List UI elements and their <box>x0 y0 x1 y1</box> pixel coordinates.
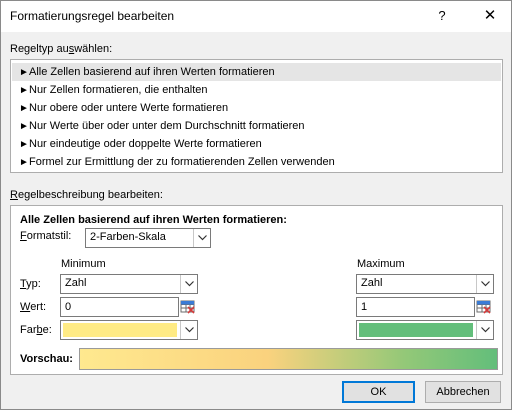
min-type-select[interactable]: Zahl <box>60 274 198 294</box>
rule-type-item[interactable]: ►Nur Zellen formatieren, die enthalten <box>12 81 501 99</box>
min-value-input[interactable] <box>60 297 179 317</box>
chevron-down-icon[interactable] <box>180 321 197 339</box>
max-color-select[interactable] <box>356 320 494 340</box>
rule-type-label: Regeltyp auswählen: <box>10 43 113 55</box>
color-label: Farbe: <box>20 324 52 336</box>
close-button[interactable]: ✕ <box>475 2 505 30</box>
maximum-label: Maximum <box>357 258 405 270</box>
arrow-right-icon: ► <box>19 139 29 150</box>
chevron-down-icon[interactable] <box>476 275 493 293</box>
rule-description-label: Regelbeschreibung bearbeiten: <box>10 189 163 201</box>
rule-type-item[interactable]: ►Nur obere oder untere Werte formatieren <box>12 99 501 117</box>
max-type-select[interactable]: Zahl <box>356 274 494 294</box>
rule-type-item[interactable]: ►Alle Zellen basierend auf ihren Werten … <box>12 63 501 81</box>
color-scale-preview <box>79 348 498 370</box>
arrow-right-icon: ► <box>19 157 29 168</box>
arrow-right-icon: ► <box>19 103 29 114</box>
rule-type-item[interactable]: ►Nur Werte über oder unter dem Durchschn… <box>12 117 501 135</box>
help-button[interactable]: ? <box>427 2 457 30</box>
chevron-down-icon[interactable] <box>476 321 493 339</box>
min-color-swatch <box>63 323 177 337</box>
rule-description-heading: Alle Zellen basierend auf ihren Werten f… <box>20 214 287 226</box>
preview-label: Vorschau: <box>20 353 73 365</box>
format-style-select[interactable]: 2-Farben-Skala <box>85 228 211 248</box>
cell-reference-icon[interactable] <box>179 298 197 316</box>
value-label: Wert: <box>20 301 47 313</box>
chevron-down-icon[interactable] <box>193 229 210 247</box>
arrow-right-icon: ► <box>19 85 29 96</box>
max-value-field[interactable] <box>361 300 461 314</box>
max-value-input[interactable] <box>356 297 475 317</box>
min-color-select[interactable] <box>60 320 198 340</box>
arrow-right-icon: ► <box>19 67 29 78</box>
cell-reference-icon[interactable] <box>475 298 493 316</box>
dialog-title: Formatierungsregel bearbeiten <box>10 9 175 23</box>
minimum-label: Minimum <box>61 258 106 270</box>
title-bar: Formatierungsregel bearbeiten ? ✕ <box>1 1 511 32</box>
rule-description-panel: Alle Zellen basierend auf ihren Werten f… <box>10 205 503 375</box>
min-value-field[interactable] <box>65 300 165 314</box>
rule-type-item[interactable]: ►Formel zur Ermittlung der zu formatiere… <box>12 153 501 171</box>
rule-type-list[interactable]: ►Alle Zellen basierend auf ihren Werten … <box>10 59 503 173</box>
ok-button[interactable]: OK <box>342 381 415 403</box>
format-rule-dialog: Formatierungsregel bearbeiten ? ✕ Regelt… <box>0 0 512 410</box>
rule-type-item[interactable]: ►Nur eindeutige oder doppelte Werte form… <box>12 135 501 153</box>
arrow-right-icon: ► <box>19 121 29 132</box>
format-style-label: Formatstil: <box>20 230 72 242</box>
cancel-button[interactable]: Abbrechen <box>425 381 501 403</box>
chevron-down-icon[interactable] <box>180 275 197 293</box>
type-label: Typ: <box>20 278 41 290</box>
max-color-swatch <box>359 323 473 337</box>
